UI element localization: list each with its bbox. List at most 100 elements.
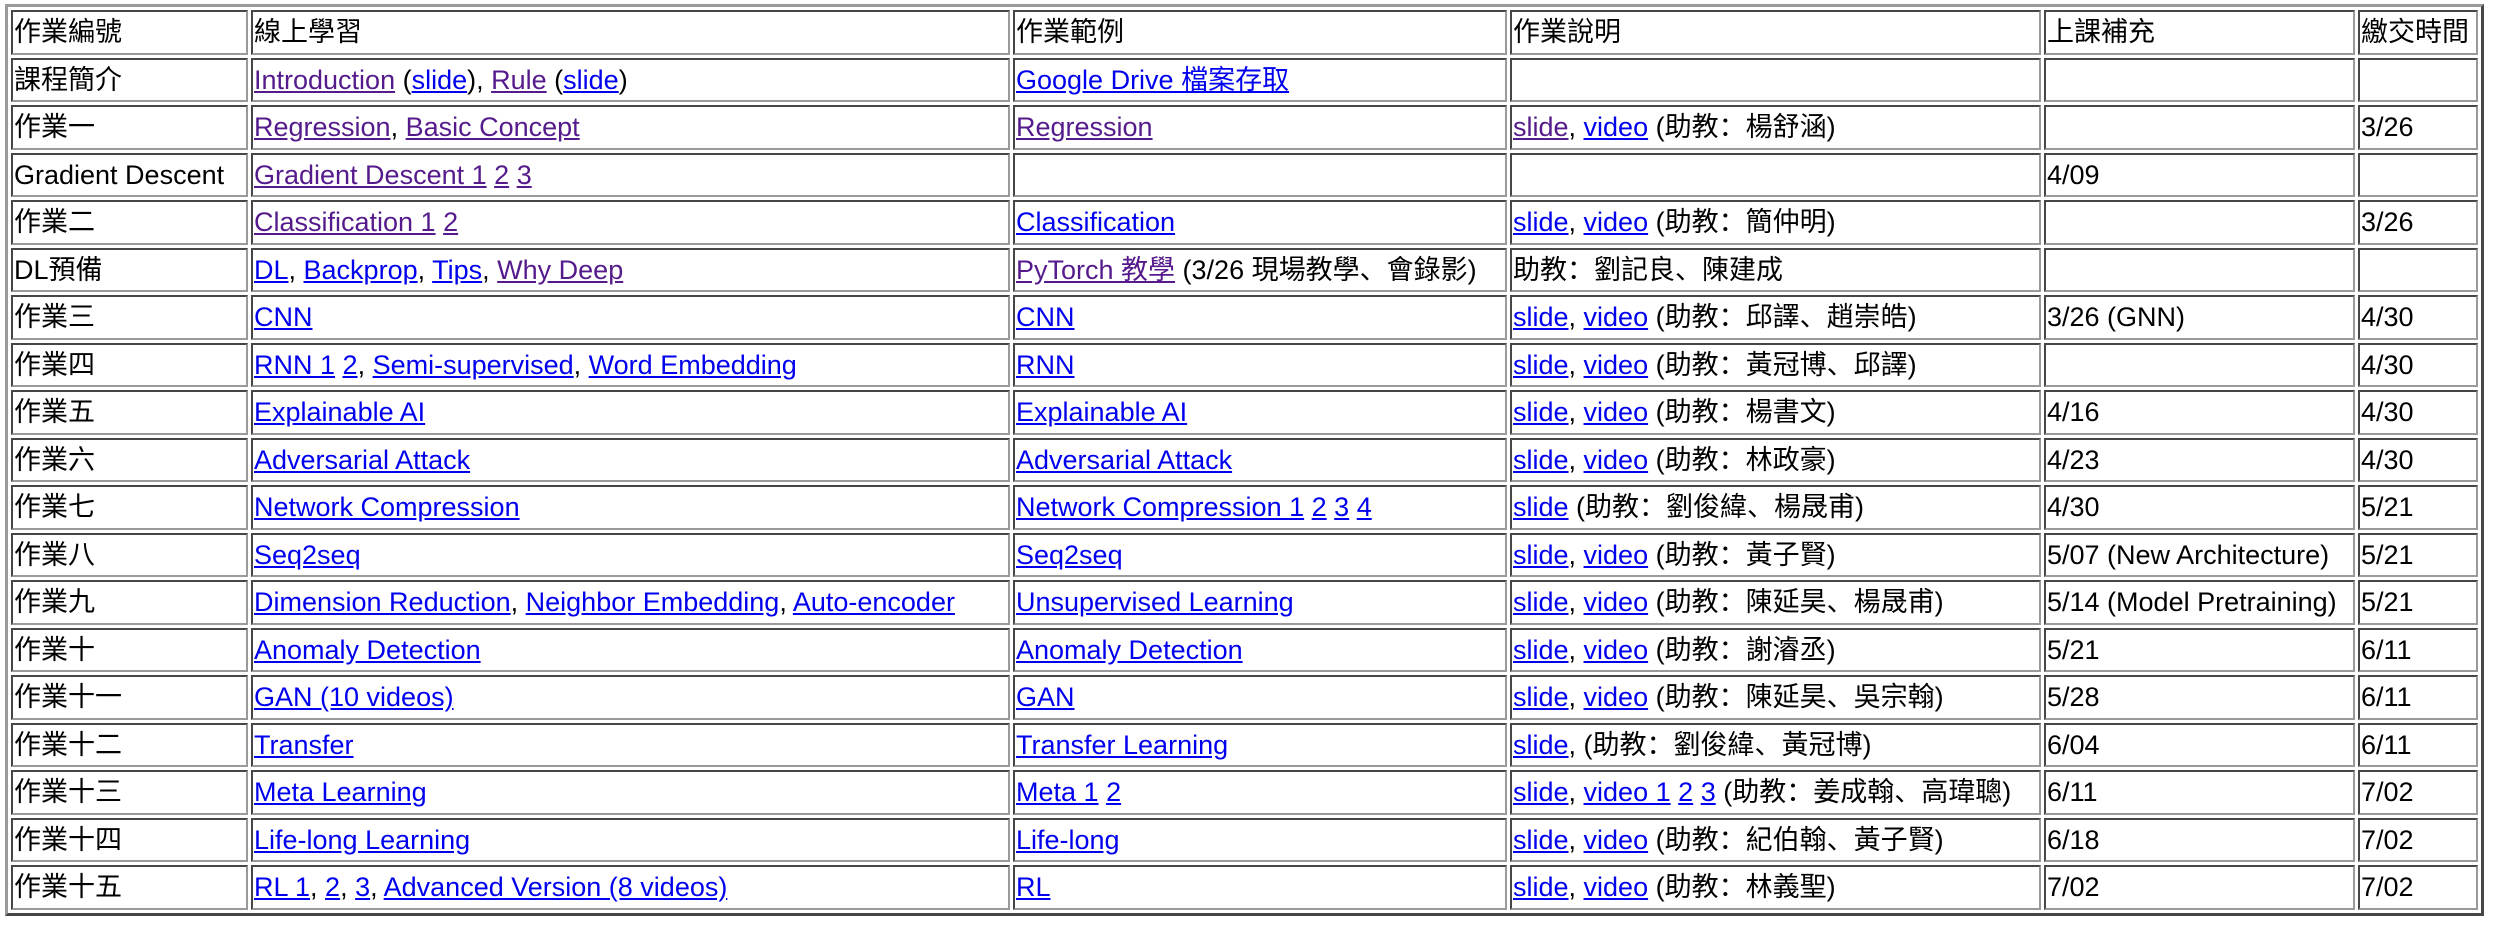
link-auto-encoder[interactable]: Auto-encoder	[793, 587, 955, 617]
link-2[interactable]: 2	[343, 350, 358, 380]
link-seq2seq[interactable]: Seq2seq	[254, 540, 361, 570]
link-cnn[interactable]: CNN	[1016, 302, 1075, 332]
link-2[interactable]: 2	[325, 872, 340, 902]
link-3[interactable]: 3	[517, 160, 532, 190]
link-video[interactable]: video	[1584, 825, 1649, 855]
link-neighbor-embedding[interactable]: Neighbor Embedding	[526, 587, 780, 617]
link-slide[interactable]: slide	[1513, 207, 1569, 237]
cell-text: ,	[1568, 207, 1584, 238]
link-3[interactable]: 3	[1701, 777, 1716, 807]
link-2[interactable]: 2	[1678, 777, 1693, 807]
link-slide[interactable]: slide	[563, 65, 619, 95]
link-slide[interactable]: slide	[1513, 112, 1569, 142]
link-meta-1[interactable]: Meta 1	[1016, 777, 1099, 807]
cell-desc: 助教：劉記良、陳建成	[1510, 247, 2041, 292]
link-2[interactable]: 2	[494, 160, 509, 190]
link-video-1[interactable]: video 1	[1584, 777, 1671, 807]
link-adversarial-attack[interactable]: Adversarial Attack	[254, 445, 470, 475]
link-rule[interactable]: Rule	[491, 65, 547, 95]
link-video[interactable]: video	[1584, 445, 1649, 475]
link-slide[interactable]: slide	[1513, 302, 1569, 332]
link-2[interactable]: 2	[1106, 777, 1121, 807]
link-introduction[interactable]: Introduction	[254, 65, 395, 95]
link-video[interactable]: video	[1584, 635, 1649, 665]
cell-supplement: 4/30	[2044, 485, 2355, 530]
link-classification-1[interactable]: Classification 1	[254, 207, 436, 237]
link-video[interactable]: video	[1584, 350, 1649, 380]
link-2[interactable]: 2	[1312, 492, 1327, 522]
link-rnn[interactable]: RNN	[1016, 350, 1075, 380]
link-3[interactable]: 3	[355, 872, 370, 902]
link-classification[interactable]: Classification	[1016, 207, 1175, 237]
link-network-compression-1[interactable]: Network Compression 1	[1016, 492, 1304, 522]
link-anomaly-detection[interactable]: Anomaly Detection	[254, 635, 481, 665]
link-network-compression[interactable]: Network Compression	[254, 492, 520, 522]
link-slide[interactable]: slide	[1513, 397, 1569, 427]
cell-example: Seq2seq	[1013, 532, 1507, 577]
cell-due-date: 6/11	[2358, 722, 2478, 767]
link-basic-concept[interactable]: Basic Concept	[406, 112, 580, 142]
link-3[interactable]: 3	[1334, 492, 1349, 522]
link-cnn[interactable]: CNN	[254, 302, 313, 332]
link-explainable-ai[interactable]: Explainable AI	[1016, 397, 1187, 427]
link-why-deep[interactable]: Why Deep	[497, 255, 623, 285]
link-slide[interactable]: slide	[1513, 492, 1569, 522]
link-rl-1[interactable]: RL 1	[254, 872, 310, 902]
link-video[interactable]: video	[1584, 112, 1649, 142]
cell-text: 助教：劉記良、陳建成	[1513, 254, 1783, 285]
cell-text: (助教：劉俊緯、楊晟甫)	[1568, 492, 1865, 523]
link-google-drive[interactable]: Google Drive 檔案存取	[1016, 65, 1289, 95]
link-life-long-learning[interactable]: Life-long Learning	[254, 825, 470, 855]
link-tips[interactable]: Tips	[432, 255, 482, 285]
link-semi-supervised[interactable]: Semi-supervised	[373, 350, 574, 380]
link-seq2seq[interactable]: Seq2seq	[1016, 540, 1123, 570]
link-explainable-ai[interactable]: Explainable AI	[254, 397, 425, 427]
link-dl[interactable]: DL	[254, 255, 289, 285]
link-life-long[interactable]: Life-long	[1016, 825, 1120, 855]
link-backprop[interactable]: Backprop	[304, 255, 418, 285]
link-video[interactable]: video	[1584, 302, 1649, 332]
cell-example: Life-long	[1013, 817, 1507, 862]
link-2[interactable]: 2	[443, 207, 458, 237]
link-rnn-1[interactable]: RNN 1	[254, 350, 335, 380]
link-gan-10-videos[interactable]: GAN (10 videos)	[254, 682, 454, 712]
link-adversarial-attack[interactable]: Adversarial Attack	[1016, 445, 1232, 475]
link-slide[interactable]: slide	[1513, 777, 1569, 807]
link-slide[interactable]: slide	[1513, 872, 1569, 902]
link-gan[interactable]: GAN	[1016, 682, 1075, 712]
link-regression[interactable]: Regression	[1016, 112, 1153, 142]
cell-desc: slide, video 1 2 3 (助教：姜成翰、高瑋聰)	[1510, 770, 2041, 815]
link-slide[interactable]: slide	[1513, 635, 1569, 665]
link-slide[interactable]: slide	[1513, 445, 1569, 475]
cell-text: , (助教：劉俊緯、黃冠博)	[1568, 729, 1872, 760]
link-slide[interactable]: slide	[1513, 540, 1569, 570]
link-video[interactable]: video	[1584, 872, 1649, 902]
link-slide[interactable]: slide	[1513, 825, 1569, 855]
link-meta-learning[interactable]: Meta Learning	[254, 777, 427, 807]
cell-desc: slide, video (助教：林政豪)	[1510, 437, 2041, 482]
link-dimension-reduction[interactable]: Dimension Reduction	[254, 587, 511, 617]
link-transfer-learning[interactable]: Transfer Learning	[1016, 730, 1228, 760]
link-slide[interactable]: slide	[1513, 350, 1569, 380]
link-slide[interactable]: slide	[1513, 682, 1569, 712]
link-transfer[interactable]: Transfer	[254, 730, 354, 760]
link-slide[interactable]: slide	[1513, 730, 1569, 760]
course-table-body: 作業編號 線上學習 作業範例 作業說明 上課補充 繳交時間 課程簡介 Introd…	[11, 10, 2478, 910]
link-4[interactable]: 4	[1357, 492, 1372, 522]
link-video[interactable]: video	[1584, 682, 1649, 712]
cell-due-date	[2358, 57, 2478, 102]
link-rl[interactable]: RL	[1016, 872, 1051, 902]
link-video[interactable]: video	[1584, 587, 1649, 617]
link-video[interactable]: video	[1584, 540, 1649, 570]
link-pytorch[interactable]: PyTorch 教學	[1016, 255, 1175, 285]
link-slide[interactable]: slide	[412, 65, 468, 95]
link-word-embedding[interactable]: Word Embedding	[589, 350, 797, 380]
link-unsupervised-learning[interactable]: Unsupervised Learning	[1016, 587, 1294, 617]
link-slide[interactable]: slide	[1513, 587, 1569, 617]
link-video[interactable]: video	[1584, 207, 1649, 237]
link-gradient-descent-1[interactable]: Gradient Descent 1	[254, 160, 487, 190]
link-advanced-version-8-videos[interactable]: Advanced Version (8 videos)	[384, 872, 728, 902]
link-anomaly-detection[interactable]: Anomaly Detection	[1016, 635, 1243, 665]
link-regression[interactable]: Regression	[254, 112, 391, 142]
link-video[interactable]: video	[1584, 397, 1649, 427]
